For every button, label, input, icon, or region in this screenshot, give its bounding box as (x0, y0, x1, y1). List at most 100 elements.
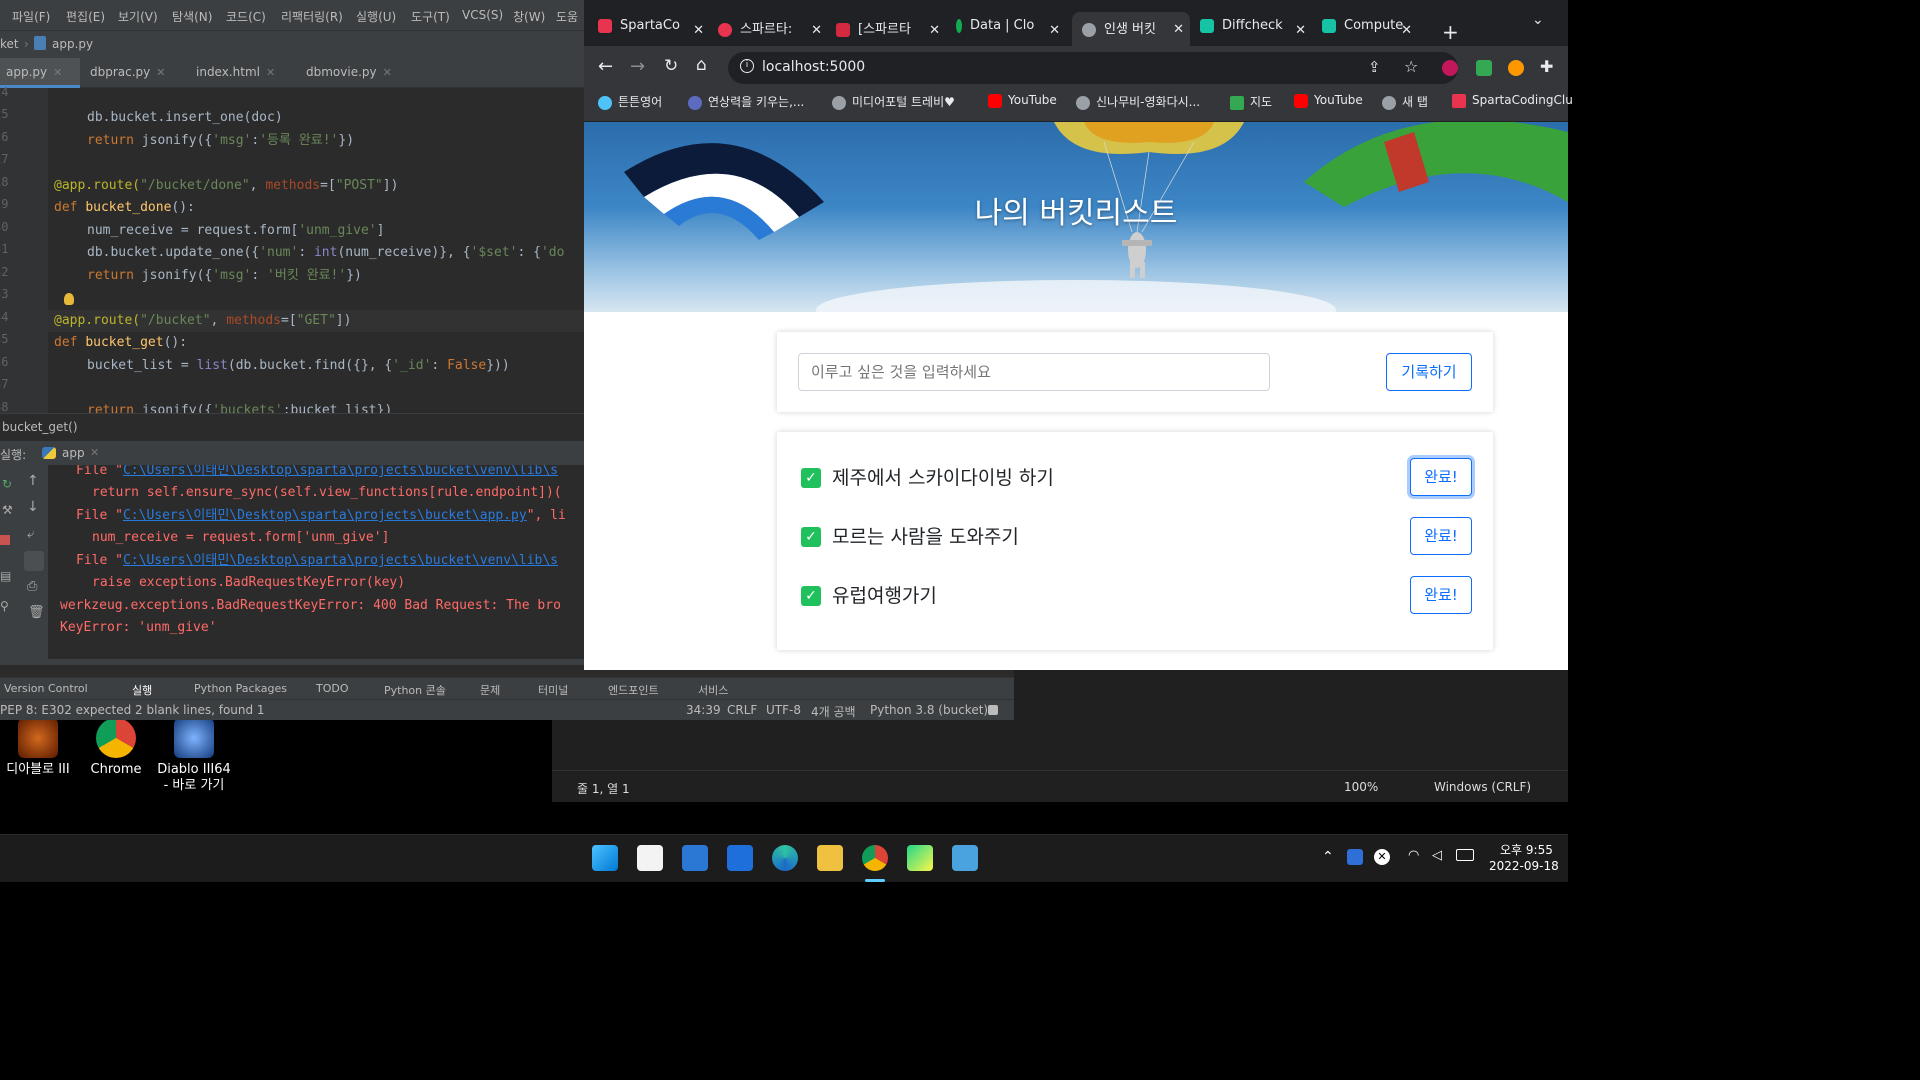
tool-terminal[interactable]: 터미널 (538, 682, 568, 698)
status-encoding[interactable]: UTF-8 (766, 703, 801, 717)
bucket-input[interactable] (798, 353, 1270, 391)
tab-app-py[interactable]: app.py ✕ (0, 58, 80, 88)
close-icon[interactable]: ✕ (929, 23, 940, 38)
scroll-to-end-icon[interactable] (24, 551, 44, 571)
reload-icon[interactable]: ↻ (664, 56, 678, 76)
close-icon[interactable]: ✕ (1401, 23, 1412, 38)
menu-file[interactable]: 파일(F) (12, 8, 50, 25)
arrow-down-icon[interactable]: ↓ (27, 499, 39, 515)
tool-todo[interactable]: TODO (316, 682, 349, 695)
menu-window[interactable]: 창(W) (513, 8, 545, 25)
done-button[interactable]: 완료! (1410, 458, 1472, 496)
close-icon[interactable]: ✕ (156, 66, 165, 79)
trash-icon[interactable]: 🗑 (28, 605, 45, 620)
tab-search-chevron-icon[interactable]: ⌄ (1532, 12, 1544, 28)
chevron-up-icon[interactable]: ⌃ (1322, 849, 1334, 865)
horizontal-scrollbar[interactable] (48, 659, 584, 665)
lightbulb-icon[interactable] (64, 293, 74, 305)
menu-vcs[interactable]: VCS(S) (462, 8, 503, 22)
address-bar[interactable]: i localhost:5000 ⇪ ☆ (728, 52, 1458, 84)
tool-run[interactable]: 실행 (132, 682, 152, 698)
puzzle-icon[interactable]: ✚ (1540, 57, 1553, 76)
extension-icon[interactable] (1442, 60, 1458, 76)
wifi-icon[interactable]: ◠ (1408, 848, 1419, 863)
record-button[interactable]: 기록하기 (1386, 353, 1472, 391)
bookmark-star-icon[interactable]: ☆ (1404, 57, 1418, 76)
close-icon[interactable]: ✕ (90, 446, 99, 459)
menu-refactor[interactable]: 리팩터링(R) (281, 8, 343, 25)
tab-index-html[interactable]: index.html ✕ (190, 58, 294, 88)
close-icon[interactable]: ✕ (53, 66, 62, 79)
extension-icon[interactable] (1508, 60, 1524, 76)
status-interpreter[interactable]: Python 3.8 (bucket) (870, 703, 988, 717)
url-text[interactable]: localhost:5000 (762, 59, 865, 75)
browser-tab[interactable]: Data | Clo ✕ (956, 18, 1066, 46)
bookmark-item[interactable]: 미디어포털 트레비♥ (832, 93, 955, 110)
tab-dbmovie-py[interactable]: dbmovie.py ✕ (300, 58, 410, 88)
lock-icon[interactable] (988, 705, 998, 715)
browser-tab-active[interactable]: 인생 버킷 ✕ (1072, 12, 1190, 46)
close-icon[interactable]: ✕ (383, 66, 392, 79)
tool-problems[interactable]: 문제 (480, 682, 500, 698)
close-icon[interactable]: ✕ (693, 23, 704, 38)
bookmark-item[interactable]: SpartaCodingClu (1452, 93, 1573, 108)
tool-services[interactable]: 서비스 (698, 682, 728, 698)
close-icon[interactable]: ✕ (1049, 23, 1060, 38)
letter-l-app-icon[interactable] (727, 845, 753, 871)
code-breadcrumb[interactable]: bucket_get() (0, 413, 584, 441)
share-icon[interactable]: ⇪ (1368, 58, 1381, 76)
stop-icon[interactable] (0, 535, 10, 545)
pin-icon[interactable]: ⚲ (0, 599, 9, 613)
mail-icon[interactable] (682, 845, 708, 871)
menu-help[interactable]: 도움 (556, 8, 578, 25)
status-indent[interactable]: 4개 공백 (811, 703, 856, 720)
menu-tools[interactable]: 도구(T) (411, 8, 450, 25)
close-icon[interactable]: ✕ (1173, 22, 1184, 37)
breadcrumb-file[interactable]: app.py (52, 37, 93, 51)
browser-tab[interactable]: SpartaCo ✕ (598, 18, 710, 46)
bookmark-item[interactable]: YouTube (988, 93, 1057, 108)
desktop-icon-chrome[interactable]: Chrome (78, 718, 154, 778)
soft-wrap-icon[interactable]: ⤶ (27, 527, 34, 542)
menu-code[interactable]: 코드(C) (226, 8, 266, 25)
arrow-up-icon[interactable]: ↑ (27, 473, 39, 489)
tab-dbprac-py[interactable]: dbprac.py ✕ (84, 58, 184, 88)
print-icon[interactable]: ⎙ (27, 579, 37, 594)
done-button[interactable]: 완료! (1410, 576, 1472, 614)
menu-view[interactable]: 보기(V) (118, 8, 158, 25)
edge-icon[interactable] (772, 845, 798, 871)
tool-python-console[interactable]: Python 콘솔 (384, 682, 446, 698)
tool-version-control[interactable]: Version Control (4, 682, 88, 695)
battery-icon[interactable] (1456, 849, 1474, 861)
close-icon[interactable]: ✕ (811, 23, 822, 38)
status-position[interactable]: 34:39 (686, 703, 721, 717)
home-icon[interactable]: ⌂ (696, 55, 707, 75)
bookmark-item[interactable]: YouTube (1294, 93, 1363, 108)
folder-icon[interactable] (817, 845, 843, 871)
pycharm-icon[interactable] (907, 845, 933, 871)
security-shield-icon[interactable] (1347, 849, 1363, 865)
bookmark-item[interactable]: 튼튼영어 (598, 93, 662, 110)
layout-icon[interactable]: ▤ (0, 569, 11, 583)
forward-arrow-icon[interactable]: → (630, 56, 645, 77)
start-windows-icon[interactable] (592, 845, 618, 871)
close-icon[interactable]: ✕ (266, 66, 275, 79)
browser-tab[interactable]: Compute ✕ (1322, 18, 1418, 46)
breadcrumb-project[interactable]: ket (0, 37, 19, 51)
wrench-icon[interactable]: ⚒ (2, 503, 13, 517)
close-circle-icon[interactable]: ✕ (1374, 849, 1390, 865)
rerun-icon[interactable]: ↻ (2, 477, 12, 491)
done-button[interactable]: 완료! (1410, 517, 1472, 555)
speaker-icon[interactable]: ◁ (1432, 848, 1442, 863)
bookmark-item[interactable]: 신나무비-영화다시... (1076, 93, 1200, 110)
shield-extension-icon[interactable] (1476, 60, 1492, 76)
status-line-separator[interactable]: CRLF (727, 703, 757, 717)
menu-edit[interactable]: 편집(E) (66, 8, 105, 25)
chrome-icon[interactable] (862, 845, 888, 871)
menu-navigate[interactable]: 탐색(N) (172, 8, 212, 25)
browser-tab[interactable]: Diffcheck ✕ (1200, 18, 1312, 46)
run-config-tab[interactable]: app (62, 446, 85, 460)
clock-time[interactable]: 오후 9:55 (1500, 841, 1553, 858)
run-console-output[interactable]: File "C:\Users\이태민\Desktop\sparta\projec… (48, 465, 584, 665)
notepad-icon[interactable] (952, 845, 978, 871)
